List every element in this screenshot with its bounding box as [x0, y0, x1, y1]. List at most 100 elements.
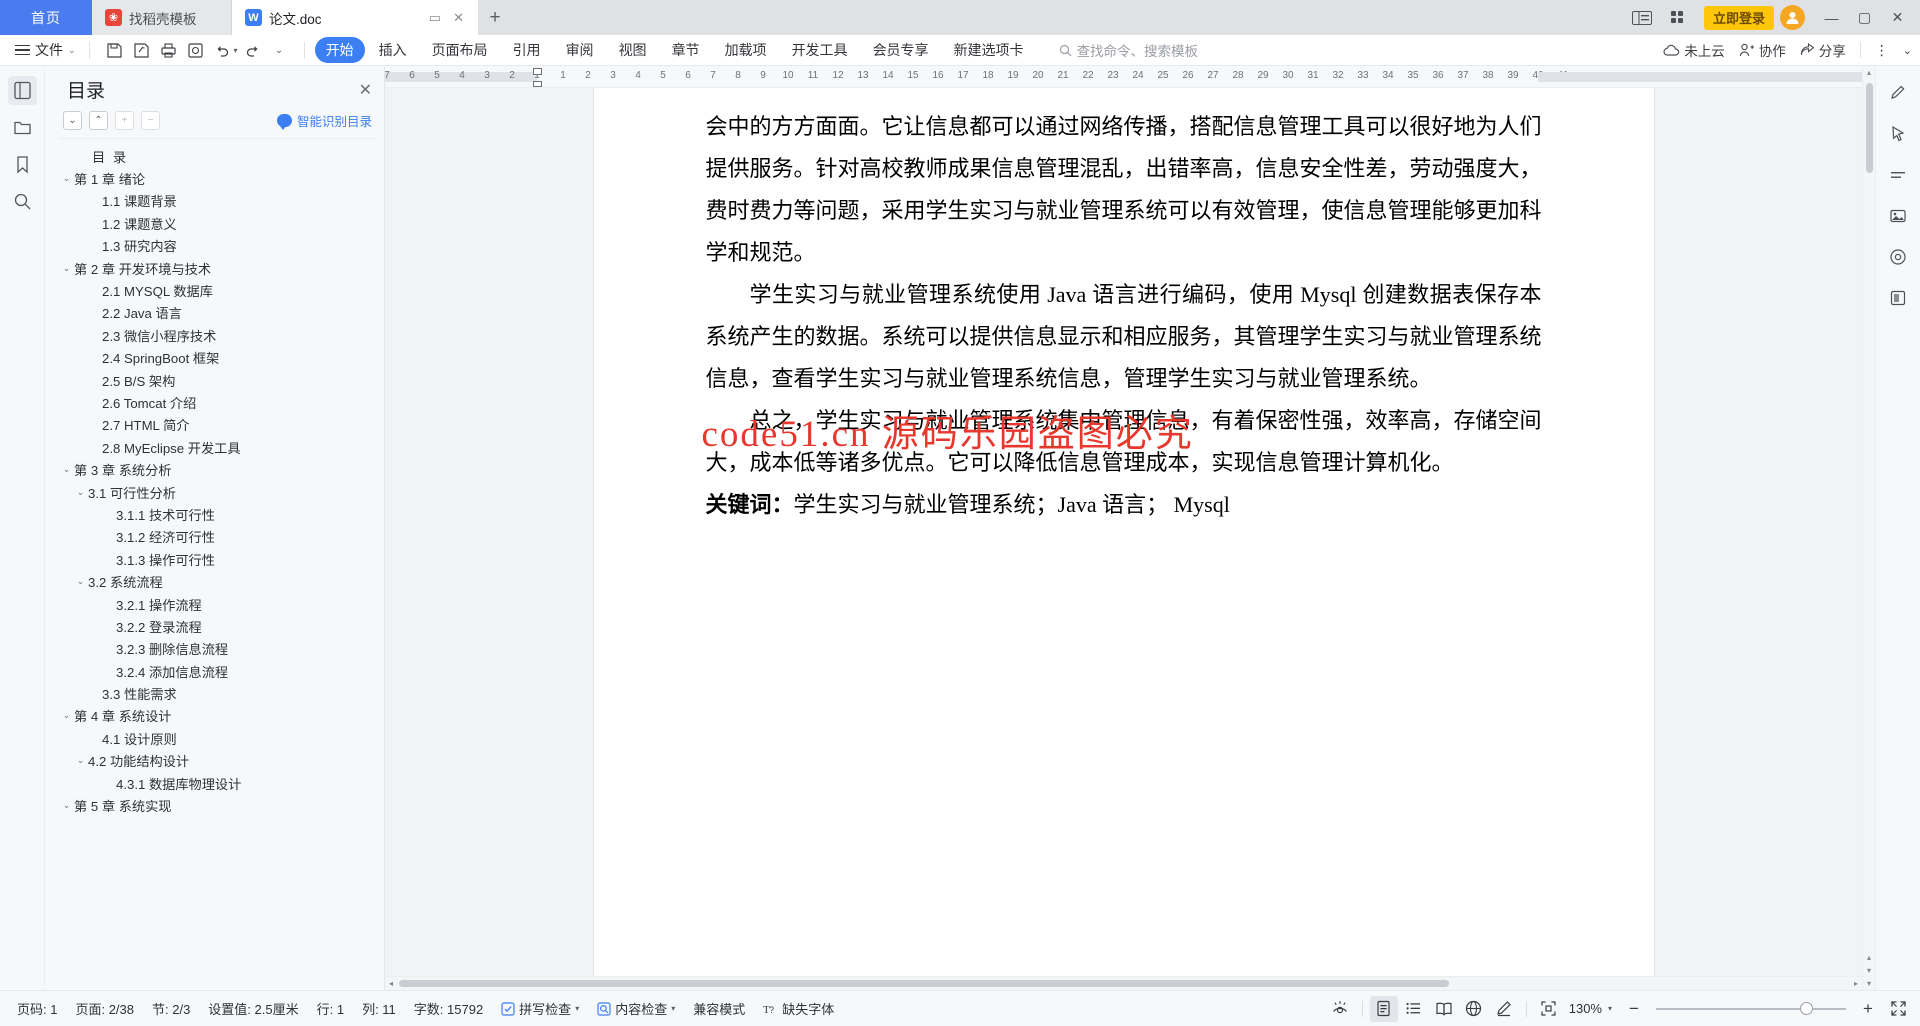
- scroll-up-icon[interactable]: ▴: [1867, 66, 1871, 79]
- toc-item[interactable]: 1.1 课题背景: [59, 190, 376, 212]
- indent-marker-bottom[interactable]: [533, 81, 542, 87]
- shape-circle-icon[interactable]: [1884, 242, 1913, 271]
- status-column-number[interactable]: 列: 11: [353, 999, 405, 1018]
- undo-dropdown-icon[interactable]: ▾: [234, 46, 238, 55]
- new-tab-button[interactable]: +: [478, 0, 512, 35]
- document-text[interactable]: 会中的方方面面。它让信息都可以通过网络传播，搭配信息管理工具可以很好地为人们提供…: [706, 106, 1542, 526]
- toc-item[interactable]: ⌄ 3.2 系统流程: [59, 570, 376, 592]
- doc-outline-icon[interactable]: [7, 76, 37, 105]
- toc-item[interactable]: ⌄ 第 1 章 绪论: [59, 167, 376, 189]
- chevron-down-icon[interactable]: ▾: [575, 1004, 579, 1013]
- outline-view-icon[interactable]: [1400, 996, 1428, 1022]
- image-insert-icon[interactable]: [1884, 201, 1913, 230]
- save-icon[interactable]: [102, 38, 127, 63]
- vertical-scrollbar[interactable]: ▴ ▴ ▾ ▾: [1862, 66, 1875, 990]
- toc-item[interactable]: ⌄ 第 5 章 系统实现: [59, 794, 376, 816]
- status-page-count[interactable]: 页面: 2/38: [66, 999, 143, 1018]
- file-menu-button[interactable]: 文件 ⌄: [8, 38, 83, 63]
- toc-item[interactable]: 4.1 设计原则: [59, 727, 376, 749]
- eye-focus-icon[interactable]: [1327, 996, 1355, 1022]
- ribbon-tab-developer[interactable]: 开发工具: [781, 37, 859, 63]
- fullscreen-icon[interactable]: [1884, 996, 1912, 1022]
- toc-item[interactable]: 3.2.1 操作流程: [59, 593, 376, 615]
- hscroll-thumb[interactable]: [399, 980, 1450, 987]
- ribbon-tab-new[interactable]: 新建选项卡: [943, 37, 1035, 63]
- ribbon-tab-member[interactable]: 会员专享: [862, 37, 940, 63]
- status-line-number[interactable]: 行: 1: [308, 999, 353, 1018]
- scroll-down-icon[interactable]: ▾: [1867, 977, 1871, 990]
- toc-expand-all-button[interactable]: ⌃: [89, 111, 108, 130]
- chevron-icon[interactable]: ⌄: [59, 263, 74, 274]
- toc-item[interactable]: 3.1.2 经济可行性: [59, 526, 376, 548]
- ribbon-tab-addins[interactable]: 加载项: [714, 37, 778, 63]
- toc-promote-button[interactable]: +: [115, 111, 134, 130]
- toc-item[interactable]: 2.8 MyEclipse 开发工具: [59, 436, 376, 458]
- zoom-slider-knob[interactable]: [1800, 1001, 1813, 1015]
- zoom-in-button[interactable]: +: [1854, 996, 1882, 1022]
- horizontal-scrollbar[interactable]: ◂ ▸: [385, 976, 1862, 990]
- toc-item[interactable]: 2.3 微信小程序技术: [59, 324, 376, 346]
- ribbon-tab-section[interactable]: 章节: [661, 37, 711, 63]
- toc-item[interactable]: 3.2.3 删除信息流程: [59, 638, 376, 660]
- document-canvas[interactable]: 会中的方方面面。它让信息都可以通过网络传播，搭配信息管理工具可以很好地为人们提供…: [385, 88, 1862, 976]
- avatar[interactable]: [1780, 5, 1805, 30]
- toc-item[interactable]: 2.4 SpringBoot 框架: [59, 347, 376, 369]
- pen-edit-icon[interactable]: [1884, 78, 1913, 107]
- login-button[interactable]: 立即登录: [1703, 5, 1774, 30]
- web-view-icon[interactable]: [1460, 996, 1488, 1022]
- ribbon-tab-references[interactable]: 引用: [502, 37, 552, 63]
- redo-icon[interactable]: [240, 38, 265, 63]
- toc-item[interactable]: 1.2 课题意义: [59, 212, 376, 234]
- zoom-out-button[interactable]: −: [1620, 996, 1648, 1022]
- minimize-button[interactable]: —: [1815, 0, 1848, 35]
- toc-item[interactable]: ⌄ 第 3 章 系统分析: [59, 458, 376, 480]
- toc-item[interactable]: ⌄ 4.2 功能结构设计: [59, 750, 376, 772]
- scroll-next-page-icon[interactable]: ▾: [1867, 964, 1871, 977]
- zoom-slider-track[interactable]: [1656, 1001, 1846, 1015]
- toc-item[interactable]: 2.1 MYSQL 数据库: [59, 279, 376, 301]
- fit-page-icon[interactable]: [1535, 996, 1563, 1022]
- spell-check-button[interactable]: 拼写检查 ▾: [492, 999, 588, 1018]
- toc-item[interactable]: 目 录: [59, 145, 376, 167]
- toc-item[interactable]: 3.1.3 操作可行性: [59, 548, 376, 570]
- toc-item[interactable]: 4.3.1 数据库物理设计: [59, 772, 376, 794]
- toc-item[interactable]: ⌄ 第 2 章 开发环境与技术: [59, 257, 376, 279]
- zoom-dropdown-icon[interactable]: ▾: [1608, 1004, 1612, 1013]
- ribbon-collapse-icon[interactable]: ⌄: [1903, 44, 1912, 57]
- ribbon-tab-view[interactable]: 视图: [608, 37, 658, 63]
- scroll-prev-page-icon[interactable]: ▴: [1867, 951, 1871, 964]
- toc-item[interactable]: ⌄ 3.1 可行性分析: [59, 481, 376, 503]
- chevron-icon[interactable]: ⌄: [73, 755, 88, 766]
- toc-collapse-all-button[interactable]: ⌄: [63, 111, 82, 130]
- cursor-select-icon[interactable]: [1884, 119, 1913, 148]
- folder-icon[interactable]: [8, 113, 37, 142]
- zoom-slider[interactable]: [1656, 1001, 1846, 1015]
- smart-toc-button[interactable]: 智能识别目录: [276, 111, 372, 130]
- horizontal-ruler[interactable]: 7654321123456789101112131415161718192021…: [385, 66, 1862, 88]
- collaborate-button[interactable]: 协作: [1739, 40, 1786, 60]
- cloud-status-button[interactable]: 未上云: [1663, 40, 1725, 60]
- toc-list[interactable]: 目 录 ⌄ 第 1 章 绪论 1.1 课题背景 1.2 课题意义 1.3 研究内容…: [59, 138, 376, 990]
- toc-item[interactable]: 2.7 HTML 简介: [59, 414, 376, 436]
- scroll-right-icon[interactable]: ▸: [1850, 979, 1862, 988]
- tab-restore-icon[interactable]: ▭: [429, 10, 441, 26]
- search-icon[interactable]: [8, 187, 37, 216]
- indent-marker-top[interactable]: [533, 68, 542, 75]
- chevron-icon[interactable]: ⌄: [59, 173, 74, 184]
- chevron-icon[interactable]: ⌄: [59, 800, 74, 811]
- text-lines-icon[interactable]: [1884, 160, 1913, 189]
- chevron-icon[interactable]: ⌄: [73, 576, 88, 587]
- toc-item[interactable]: ⌄ 第 4 章 系统设计: [59, 705, 376, 727]
- close-button[interactable]: ✕: [1881, 0, 1914, 35]
- status-word-count[interactable]: 字数: 15792: [405, 999, 492, 1018]
- status-page-number[interactable]: 页码: 1: [8, 999, 66, 1018]
- save-as-icon[interactable]: [129, 38, 154, 63]
- zoom-level-label[interactable]: 130%: [1565, 1001, 1606, 1016]
- toc-item[interactable]: 2.2 Java 语言: [59, 302, 376, 324]
- vscroll-thumb[interactable]: [1865, 83, 1873, 173]
- customize-quick-access-icon[interactable]: ⌄: [267, 38, 292, 63]
- split-view-icon[interactable]: [1628, 6, 1656, 30]
- tab-home[interactable]: 首页: [0, 0, 92, 35]
- tab-docer-template[interactable]: ❀ 找稻壳模板: [92, 0, 232, 35]
- print-preview-icon[interactable]: [183, 38, 208, 63]
